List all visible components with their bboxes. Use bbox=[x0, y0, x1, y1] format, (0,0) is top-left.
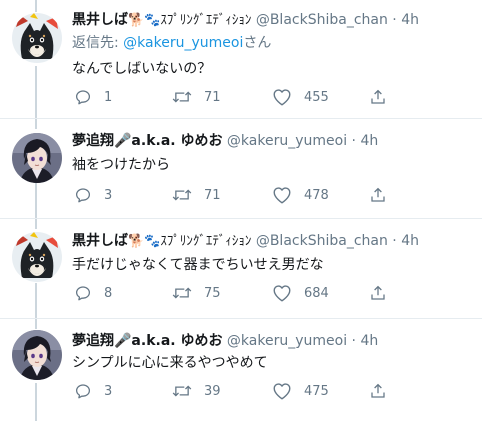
tweet-text: なんでしばいないの？ bbox=[72, 61, 212, 77]
tweet[interactable]: 黒井しば🐕🐾ｽﾌﾟﾘﾝｸﾞｴﾃﾞｨｼｮﾝ @BlackShiba_chan · … bbox=[0, 0, 482, 118]
tweet-actions: 1 71 455 bbox=[72, 87, 392, 107]
tweet-header: 夢追翔🎤a.k.a. ゆめお @kakeru_yumeoi · 4h bbox=[72, 331, 476, 351]
like-button[interactable]: 478 bbox=[272, 185, 329, 205]
tweet-header: 夢追翔🎤a.k.a. ゆめお @kakeru_yumeoi · 4h bbox=[72, 131, 476, 151]
mention-link[interactable]: @kakeru_yumeoi bbox=[123, 35, 243, 51]
thread-line bbox=[35, 119, 37, 129]
share-button[interactable] bbox=[369, 381, 399, 401]
share-button[interactable] bbox=[369, 283, 399, 303]
replying-to: 返信先: @kakeru_yumeoiさん bbox=[72, 33, 271, 53]
thread-line bbox=[35, 219, 37, 229]
tweet-text: シンプルに心に来るやつやめて bbox=[72, 355, 268, 371]
reply-icon bbox=[75, 90, 91, 105]
like-icon bbox=[273, 89, 291, 106]
display-name[interactable]: 黒井しば bbox=[72, 233, 128, 249]
avatar[interactable] bbox=[12, 232, 62, 282]
tweet-actions: 8 75 684 bbox=[72, 283, 392, 303]
replying-to-suffix: さん bbox=[243, 35, 272, 51]
reply-button[interactable]: 3 bbox=[74, 381, 112, 401]
like-button[interactable]: 455 bbox=[272, 87, 329, 107]
tweet-header: 黒井しば🐕🐾ｽﾌﾟﾘﾝｸﾞｴﾃﾞｨｼｮﾝ @BlackShiba_chan · … bbox=[72, 231, 476, 252]
like-count: 455 bbox=[304, 89, 329, 105]
retweet-count: 71 bbox=[204, 187, 221, 203]
name-badge: 🐕🐾ｽﾌﾟﾘﾝｸﾞｴﾃﾞｨｼｮﾝ bbox=[128, 13, 252, 28]
like-icon bbox=[273, 285, 291, 302]
separator-dot: · bbox=[351, 333, 356, 349]
name-badge: 🐕🐾ｽﾌﾟﾘﾝｸﾞｴﾃﾞｨｼｮﾝ bbox=[128, 234, 252, 249]
avatar[interactable] bbox=[12, 133, 62, 183]
retweet-icon bbox=[172, 385, 192, 397]
tweet-actions: 3 39 475 bbox=[72, 381, 392, 401]
retweet-count: 39 bbox=[204, 383, 221, 399]
like-count: 478 bbox=[304, 187, 329, 203]
user-handle[interactable]: @BlackShiba_chan bbox=[256, 12, 388, 28]
reply-icon bbox=[75, 384, 91, 399]
like-count: 684 bbox=[304, 285, 329, 301]
like-count: 475 bbox=[304, 383, 329, 399]
thread-line bbox=[35, 66, 37, 118]
retweet-icon bbox=[172, 189, 192, 201]
user-handle[interactable]: @kakeru_yumeoi bbox=[227, 333, 347, 349]
replying-to-prefix: 返信先: bbox=[72, 35, 124, 51]
timestamp[interactable]: 4h bbox=[401, 12, 419, 28]
timestamp[interactable]: 4h bbox=[360, 333, 378, 349]
tweet-header: 黒井しば🐕🐾ｽﾌﾟﾘﾝｸﾞｴﾃﾞｨｼｮﾝ @BlackShiba_chan · … bbox=[72, 10, 476, 31]
retweet-button[interactable]: 39 bbox=[172, 381, 221, 401]
share-icon bbox=[371, 383, 385, 398]
reply-icon bbox=[75, 286, 91, 301]
tweet-text: 手だけじゃなくて器までちいせえ男だな bbox=[72, 257, 324, 273]
tweet-text: 袖をつけたから bbox=[72, 157, 170, 173]
retweet-count: 71 bbox=[204, 89, 221, 105]
reply-button[interactable]: 8 bbox=[74, 283, 112, 303]
separator-dot: · bbox=[392, 233, 397, 249]
like-button[interactable]: 684 bbox=[272, 283, 329, 303]
shiba-avatar-image bbox=[12, 232, 62, 282]
dark-haired-character-avatar-image bbox=[12, 330, 62, 380]
display-name[interactable]: 黒井しば bbox=[72, 12, 128, 28]
avatar[interactable] bbox=[12, 330, 62, 380]
share-icon bbox=[371, 285, 385, 300]
tweet[interactable]: 夢追翔🎤a.k.a. ゆめお @kakeru_yumeoi · 4h シンプルに… bbox=[0, 318, 482, 421]
reply-icon bbox=[75, 188, 91, 203]
reply-count: 3 bbox=[104, 187, 113, 203]
retweet-button[interactable]: 71 bbox=[172, 185, 221, 205]
tweet[interactable]: 夢追翔🎤a.k.a. ゆめお @kakeru_yumeoi · 4h 袖をつけた… bbox=[0, 118, 482, 219]
tweet-actions: 3 71 478 bbox=[72, 185, 392, 205]
timestamp[interactable]: 4h bbox=[360, 133, 378, 149]
user-handle[interactable]: @kakeru_yumeoi bbox=[227, 133, 347, 149]
reply-count: 8 bbox=[104, 285, 113, 301]
share-button[interactable] bbox=[369, 87, 399, 107]
timestamp[interactable]: 4h bbox=[401, 233, 419, 249]
avatar[interactable] bbox=[12, 13, 62, 63]
share-icon bbox=[371, 89, 385, 104]
share-button[interactable] bbox=[369, 185, 399, 205]
retweet-icon bbox=[172, 91, 192, 103]
tweet[interactable]: 黒井しば🐕🐾ｽﾌﾟﾘﾝｸﾞｴﾃﾞｨｼｮﾝ @BlackShiba_chan · … bbox=[0, 218, 482, 319]
like-icon bbox=[273, 383, 291, 400]
shiba-avatar-image bbox=[12, 13, 62, 63]
dark-haired-character-avatar-image bbox=[12, 133, 62, 183]
retweet-count: 75 bbox=[204, 285, 221, 301]
thread-line bbox=[35, 383, 37, 421]
thread-line bbox=[35, 0, 37, 12]
thread-line bbox=[35, 183, 37, 219]
share-icon bbox=[371, 187, 385, 202]
reply-button[interactable]: 1 bbox=[74, 87, 112, 107]
retweet-icon bbox=[172, 287, 192, 299]
reply-button[interactable]: 3 bbox=[74, 185, 112, 205]
separator-dot: · bbox=[392, 12, 397, 28]
like-icon bbox=[273, 187, 291, 204]
display-name[interactable]: 夢追翔🎤a.k.a. ゆめお bbox=[72, 333, 222, 349]
reply-count: 1 bbox=[104, 89, 113, 105]
retweet-button[interactable]: 71 bbox=[172, 87, 221, 107]
separator-dot: · bbox=[351, 133, 356, 149]
user-handle[interactable]: @BlackShiba_chan bbox=[256, 233, 388, 249]
thread-line bbox=[35, 283, 37, 319]
retweet-button[interactable]: 75 bbox=[172, 283, 221, 303]
conversation-thread: 黒井しば🐕🐾ｽﾌﾟﾘﾝｸﾞｴﾃﾞｨｼｮﾝ @BlackShiba_chan · … bbox=[0, 0, 482, 421]
like-button[interactable]: 475 bbox=[272, 381, 329, 401]
display-name[interactable]: 夢追翔🎤a.k.a. ゆめお bbox=[72, 133, 222, 149]
reply-count: 3 bbox=[104, 383, 113, 399]
thread-line bbox=[35, 319, 37, 329]
